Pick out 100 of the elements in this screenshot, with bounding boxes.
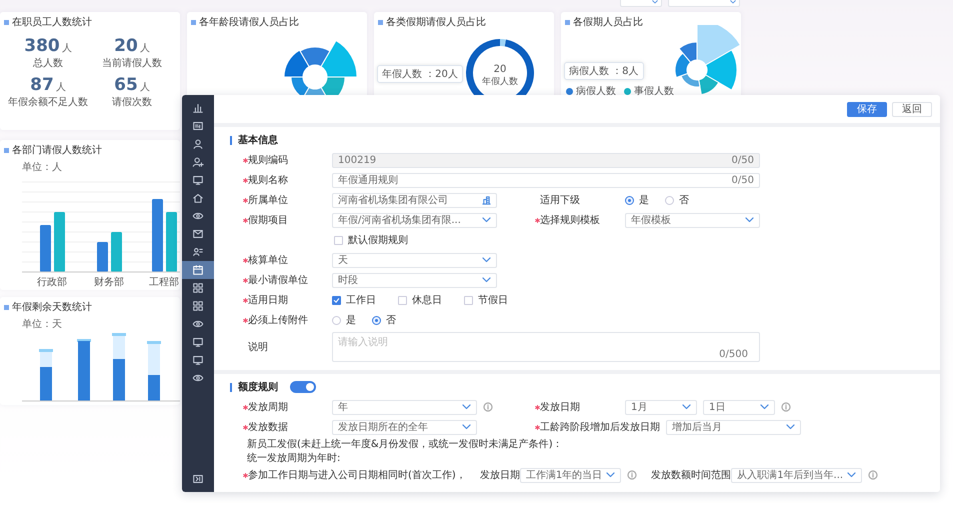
stat-unit: 人: [56, 81, 66, 94]
field-label: 发放数据: [248, 421, 289, 434]
back-button[interactable]: 返回: [892, 102, 932, 116]
home-icon: [192, 192, 204, 204]
picker-field[interactable]: 河南省机场集团有限公司: [332, 192, 497, 208]
section-marker: [230, 136, 232, 144]
rule-note: 新员工发假(未赶上统一年度&月份发假，或统一发假时未满足产条件)：: [247, 438, 563, 451]
eye-icon: [192, 210, 204, 222]
text-field[interactable]: 年假通用规则 0/50: [332, 172, 760, 188]
field-label: 规则编码: [248, 154, 289, 167]
donut-center-label: 年假人数: [482, 77, 518, 87]
donut-center-value: 20: [494, 64, 506, 75]
axis-unit: 单位：人: [21, 160, 63, 174]
check-icon: [333, 296, 340, 304]
caret-icon: [682, 404, 691, 410]
title-marker: [378, 20, 383, 24]
select-field[interactable]: 时段: [332, 272, 497, 288]
caret-icon: [652, 0, 658, 4]
stat-value: 20: [114, 36, 138, 56]
checkbox[interactable]: [334, 236, 343, 244]
title-marker: [4, 20, 9, 24]
title-marker: [565, 20, 570, 24]
monitor-icon: [192, 336, 204, 348]
checkbox[interactable]: [398, 296, 407, 304]
stat-label: 请假次数: [112, 96, 152, 109]
axis-label: 工程部: [149, 277, 179, 288]
field-label: 假期项目: [248, 214, 289, 227]
radio-label: 否: [386, 314, 396, 327]
stat-unit: 人: [62, 42, 72, 55]
title-marker: [191, 20, 196, 24]
select-field[interactable]: 从入职满1年后到当年...: [731, 468, 862, 482]
caret-icon: [482, 257, 491, 263]
checkbox[interactable]: [332, 296, 341, 304]
select-field[interactable]: 发放日期所在的全年: [332, 420, 477, 434]
select-field[interactable]: 年假/河南省机场集团有限...: [332, 212, 497, 228]
select-field[interactable]: 1日: [703, 400, 775, 414]
sidebar-item[interactable]: [182, 261, 214, 279]
field-label: 最小请假单位: [248, 274, 309, 287]
radio-button[interactable]: [332, 316, 341, 324]
person-icon: [192, 138, 204, 150]
card-title: 年假剩余天数统计: [12, 300, 92, 314]
stat-value: 65: [114, 75, 138, 95]
radio-button[interactable]: [372, 316, 381, 324]
select-field[interactable]: 增加后当月: [666, 420, 801, 434]
select-field[interactable]: 1月: [625, 400, 697, 414]
bar-chart-icon: [192, 102, 204, 114]
field-label: 说明: [248, 341, 269, 354]
section-marker: [230, 382, 232, 392]
stat-label: 总人数: [33, 56, 63, 70]
field-label: 工龄跨阶段增加后发放日期: [540, 420, 661, 434]
axis-label: 财务部: [94, 277, 124, 288]
select-field[interactable]: 年: [332, 400, 477, 414]
card-title: 各假期人员占比: [573, 16, 643, 29]
caret-icon: [482, 277, 491, 283]
section-title: 额度规则: [238, 380, 278, 394]
id-card-icon: [192, 120, 204, 132]
radio-button[interactable]: [625, 196, 634, 204]
field-label: 发放日期: [540, 400, 581, 414]
legend-label: 事假人数: [634, 84, 674, 98]
caret-icon: [730, 0, 736, 4]
legend-label: 病假人数: [576, 84, 616, 98]
card-title: 各类假期请假人员占比: [386, 16, 486, 29]
field-label: 必须上传附件: [248, 314, 309, 327]
save-button[interactable]: 保存: [847, 102, 887, 116]
checkbox-label: 工作日: [346, 294, 376, 307]
eye-icon: [192, 372, 204, 384]
select-field[interactable]: 天: [332, 252, 497, 268]
select-field[interactable]: 年假模板: [625, 212, 760, 228]
calendar-icon: [192, 264, 204, 276]
textarea-field[interactable]: 请输入说明 0/500: [332, 332, 760, 362]
radio-label: 是: [639, 194, 649, 207]
stat-value: 380: [24, 36, 60, 56]
caret-icon: [606, 472, 616, 478]
title-marker: [4, 148, 9, 152]
stat-label: 年假余额不足人数: [8, 96, 88, 109]
select-field[interactable]: 工作满1年的当日: [520, 468, 622, 482]
radio-label: 是: [346, 314, 356, 327]
checkbox[interactable]: [464, 296, 473, 304]
building-icon: [482, 196, 491, 204]
stat-label: 当前请假人数: [102, 56, 162, 70]
checkbox-label: 休息日: [412, 294, 442, 307]
collapse-icon: [192, 473, 204, 485]
caret-icon: [786, 424, 795, 430]
checkbox-label: 默认假期规则: [348, 234, 408, 247]
axis-unit: 单位：天: [21, 318, 63, 331]
toggle-switch[interactable]: [290, 381, 316, 393]
field-label: 适用日期: [248, 294, 289, 307]
monitor-icon: [192, 174, 204, 186]
radio-label: 否: [679, 194, 689, 207]
grid-icon: [192, 300, 204, 312]
section-title: 基本信息: [238, 134, 278, 147]
radio-button[interactable]: [665, 196, 674, 204]
card-title: 各部门请假人数统计: [12, 144, 102, 157]
stat-value: 87: [30, 75, 54, 95]
card-title: 各年龄段请假人员占比: [199, 16, 299, 29]
stat-unit: 人: [140, 81, 150, 94]
caret-icon: [482, 217, 491, 223]
checkbox-label: 节假日: [478, 294, 508, 307]
field-label: 规则名称: [248, 174, 289, 187]
people-icon: [192, 246, 204, 258]
